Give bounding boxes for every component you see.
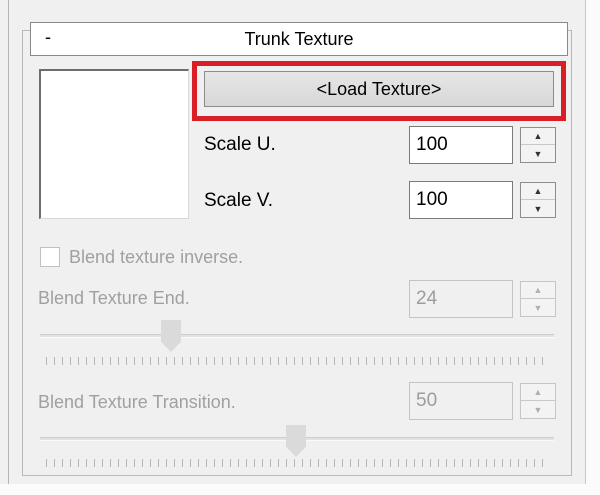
blend-inverse-label: Blend texture inverse.	[69, 247, 244, 267]
blend-transition-label: Blend Texture Transition.	[38, 392, 236, 412]
spin-up-icon[interactable]: ▲	[521, 282, 555, 299]
group-title: Trunk Texture	[244, 29, 354, 49]
blend-inverse-checkbox[interactable]	[40, 247, 60, 267]
blend-end-label: Blend Texture End.	[38, 288, 190, 308]
spin-down-icon[interactable]: ▼	[521, 145, 555, 162]
group-header[interactable]: - Trunk Texture	[30, 22, 568, 56]
blend-end-slider-ticks	[46, 357, 546, 365]
scale-v-spinner[interactable]: ▲ ▼	[520, 182, 556, 218]
blend-transition-spinner[interactable]: ▲ ▼	[520, 383, 556, 419]
spin-up-icon[interactable]: ▲	[521, 128, 555, 145]
blend-end-spinner[interactable]: ▲ ▼	[520, 281, 556, 317]
spin-down-icon[interactable]: ▼	[521, 401, 555, 418]
blend-transition-slider-ticks	[46, 459, 546, 467]
scale-v-input[interactable]	[409, 181, 513, 219]
blend-end-input[interactable]	[409, 280, 513, 318]
scale-u-input[interactable]	[409, 126, 513, 164]
blend-end-slider-track[interactable]	[40, 334, 554, 338]
spin-down-icon[interactable]: ▼	[521, 299, 555, 316]
scale-u-label: Scale U.	[204, 134, 276, 155]
texture-preview	[39, 69, 189, 219]
load-texture-button[interactable]: <Load Texture>	[204, 71, 554, 107]
spin-up-icon[interactable]: ▲	[521, 183, 555, 200]
spin-up-icon[interactable]: ▲	[521, 384, 555, 401]
scale-v-label: Scale V.	[204, 190, 274, 211]
spin-down-icon[interactable]: ▼	[521, 200, 555, 217]
blend-transition-input[interactable]	[409, 382, 513, 420]
scale-u-spinner[interactable]: ▲ ▼	[520, 127, 556, 163]
window-bottom-edge	[0, 484, 600, 495]
window-edge	[585, 0, 600, 495]
